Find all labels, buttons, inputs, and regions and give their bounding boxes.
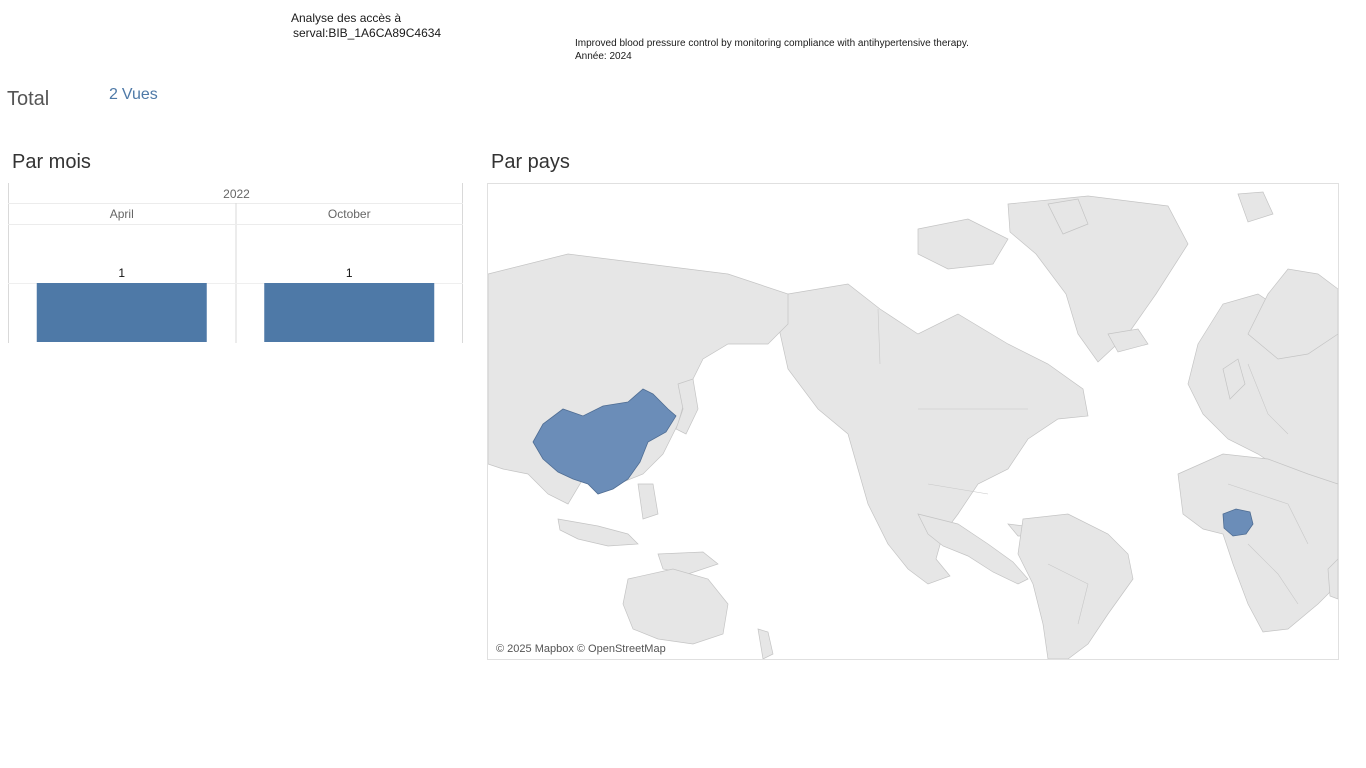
greenland-shape <box>1007 195 1189 363</box>
section-title-by-country: Par pays <box>491 151 570 173</box>
total-views-count: 2 <box>109 86 118 103</box>
asia-shape <box>488 253 789 505</box>
total-views-unit: Vues <box>121 86 158 103</box>
report-title: Analyse des accès à serval:BIB_1A6CA89C4… <box>291 11 441 41</box>
total-label: Total <box>7 88 50 110</box>
australia-shape <box>622 568 729 645</box>
total-views: 2 Vues <box>109 86 158 104</box>
arctic-islands-shape <box>917 218 1009 270</box>
data-label: 1 <box>346 266 353 280</box>
world-map-svg <box>488 191 1338 659</box>
report-title-line1: Analyse des accès à <box>291 11 402 25</box>
monthly-bar-chart: 2022 April 1 October 1 <box>8 183 463 343</box>
indonesia-shape <box>557 518 639 547</box>
publication-title: Improved blood pressure control by monit… <box>575 38 969 49</box>
philippines-shape <box>637 483 659 520</box>
bar <box>36 283 207 342</box>
category-label: April <box>110 207 134 221</box>
country-map[interactable]: © 2025 Mapbox © OpenStreetMap <box>487 183 1339 660</box>
section-title-by-month: Par mois <box>12 151 91 173</box>
bar <box>264 283 435 342</box>
svalbard-shape <box>1237 191 1274 223</box>
report-title-line2: serval:BIB_1A6CA89C4634 <box>293 26 442 40</box>
monthly-bar-chart-svg: 2022 April 1 October 1 <box>8 183 463 343</box>
data-label: 1 <box>118 266 125 280</box>
south-america-shape <box>1017 513 1134 659</box>
year-header: 2022 <box>223 187 250 201</box>
map-attribution[interactable]: © 2025 Mapbox © OpenStreetMap <box>496 643 666 655</box>
category-label: October <box>328 207 371 221</box>
year-label: Année: 2024 <box>575 51 632 62</box>
publication-description: Improved blood pressure control by monit… <box>575 37 969 63</box>
new-zealand-shape <box>757 628 774 659</box>
africa-shape <box>1177 453 1338 633</box>
